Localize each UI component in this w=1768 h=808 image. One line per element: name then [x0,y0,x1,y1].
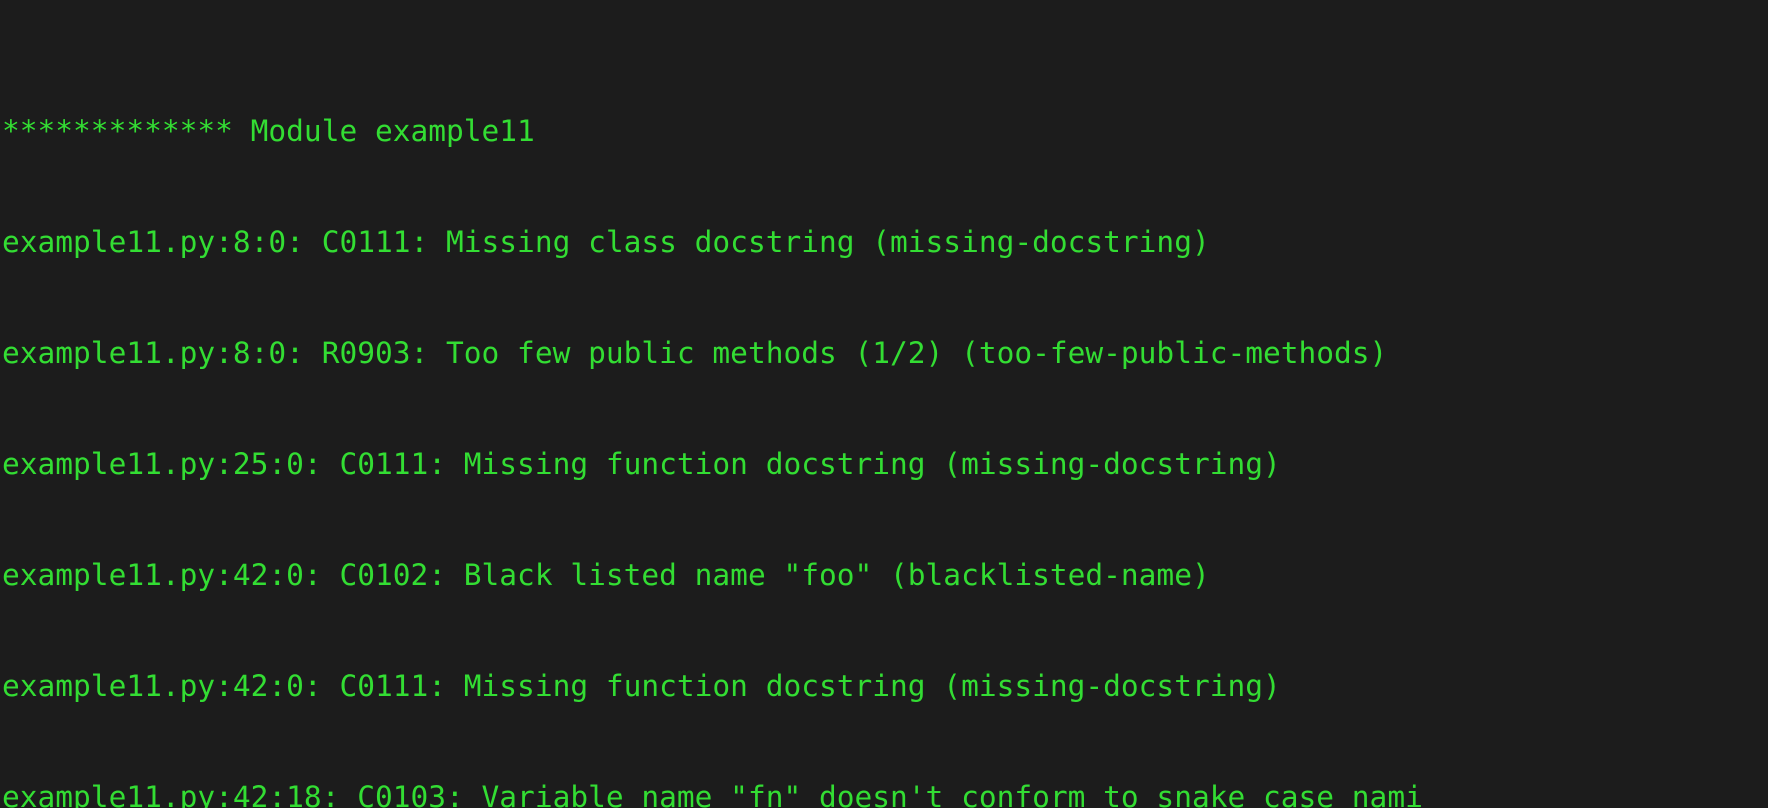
terminal-output-pane[interactable]: ************* Module example11 example11… [0,0,1768,808]
terminal-line-message: example11.py:8:0: R0903: Too few public … [2,336,1388,370]
terminal-line-message: example11.py:8:0: C0111: Missing class d… [2,225,1210,259]
terminal-line-message: example11.py:42:0: C0102: Black listed n… [2,558,1210,592]
terminal-line-message: example11.py:25:0: C0111: Missing functi… [2,447,1281,481]
terminal-line-module-header: ************* Module example11 [2,114,535,148]
terminal-line-message: example11.py:42:18: C0103: Variable name… [2,780,1423,808]
terminal-line-message: example11.py:42:0: C0111: Missing functi… [2,669,1281,703]
